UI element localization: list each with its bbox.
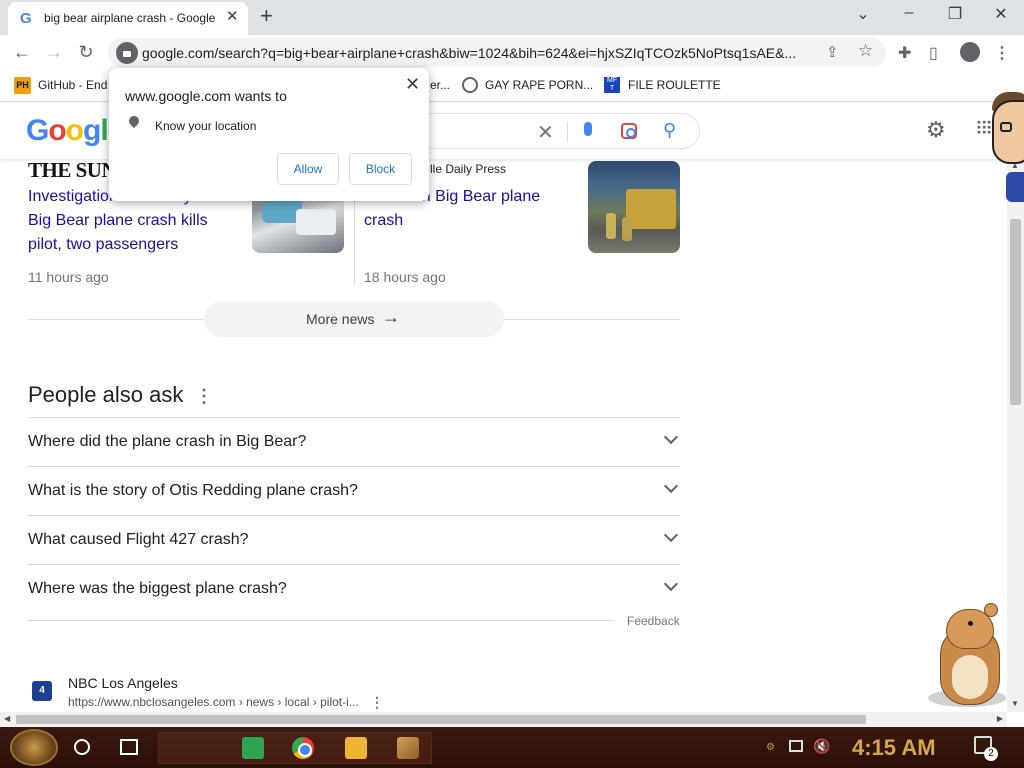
search-divider	[567, 122, 568, 142]
tab-search-icon[interactable]: ⌄	[848, 4, 878, 24]
news-source-logo: THE SUN	[28, 158, 117, 182]
arrow-right-icon: →	[382, 307, 400, 327]
paa-question[interactable]: Where did the plane crash in Big Bear?	[28, 417, 680, 466]
game-app-icon[interactable]	[397, 737, 419, 759]
tab-strip: G big bear airplane crash - Google ✕ + ⌄…	[0, 0, 1024, 35]
chevron-down-icon[interactable]	[663, 527, 679, 543]
address-bar[interactable]: google.com/search?q=big+bear+airplane+cr…	[108, 38, 886, 67]
notification-count-badge: 2	[984, 747, 998, 761]
allow-button[interactable]: Allow	[277, 153, 339, 185]
horizontal-scrollbar[interactable]: ◀ ▶	[0, 712, 1007, 727]
search-icon[interactable]: ⚲	[663, 120, 676, 141]
permission-description: Know your location	[155, 119, 257, 133]
paa-question-text: What caused Flight 427 crash?	[28, 531, 249, 548]
news-thumbnail-2[interactable]	[588, 161, 680, 253]
people-also-ask-title: People also ask	[28, 382, 184, 407]
bookmark-star-icon[interactable]: ☆	[858, 41, 873, 61]
chrome-menu-icon[interactable]: ⋮	[994, 43, 1010, 63]
tray-overflow-icon[interactable]: ⚙	[766, 742, 775, 753]
scroll-down-icon[interactable]: ▼	[1011, 699, 1019, 708]
site-info-lock-icon[interactable]	[116, 42, 138, 64]
permission-title: www.google.com wants to	[125, 88, 287, 104]
more-options-icon[interactable]: ⋮	[195, 386, 213, 407]
paa-question[interactable]: Where was the biggest plane crash?	[28, 564, 680, 613]
location-permission-dialog: www.google.com wants to ✕ Know your loca…	[109, 68, 429, 201]
globe-icon	[462, 77, 478, 93]
bookmark-hidden[interactable]: er...	[430, 78, 450, 92]
file-roulette-icon: MF T	[604, 77, 620, 93]
volume-muted-icon[interactable]: 🔇	[813, 738, 830, 755]
chevron-down-icon[interactable]	[663, 429, 679, 445]
news-time-1: 11 hours ago	[28, 269, 109, 285]
paa-question-text: What is the story of Otis Redding plane …	[28, 482, 358, 499]
search-box[interactable]: ✕ ⚲	[400, 113, 700, 149]
minimize-button[interactable]: –	[894, 4, 924, 22]
scroll-right-icon[interactable]: ▶	[997, 714, 1003, 723]
github-bookmark-icon: PH	[14, 77, 31, 94]
news-source-name: ...lle Daily Press	[420, 162, 507, 176]
forward-button[interactable]: →	[42, 42, 66, 63]
restore-button[interactable]: ❐	[940, 4, 970, 24]
chrome-icon[interactable]	[292, 737, 314, 759]
more-news-label: More news	[306, 311, 375, 327]
clock[interactable]: 4:15 AM	[852, 735, 936, 761]
settings-gear-icon[interactable]: ⚙	[926, 117, 946, 143]
horizontal-scroll-thumb[interactable]	[16, 715, 866, 724]
bookmark-globe[interactable]: GAY RAPE PORN...	[485, 78, 593, 92]
paa-question[interactable]: What caused Flight 427 crash?	[28, 515, 680, 564]
paa-question-text: Where was the biggest plane crash?	[28, 580, 287, 597]
result-url[interactable]: https://www.nbclosangeles.com › news › l…	[68, 695, 359, 709]
tab-close-icon[interactable]: ✕	[226, 7, 239, 25]
taskbar: ⚙ 🔇 4:15 AM 2	[0, 727, 1024, 768]
block-button[interactable]: Block	[349, 153, 412, 185]
network-icon[interactable]	[789, 740, 803, 752]
close-icon[interactable]: ✕	[405, 74, 420, 95]
new-tab-button[interactable]: +	[260, 3, 273, 29]
folder-icon[interactable]	[345, 737, 367, 759]
nbc-favicon-icon: 4	[32, 681, 52, 701]
share-icon[interactable]: ⇪	[826, 43, 839, 61]
location-pin-icon	[126, 113, 142, 129]
more-news-button[interactable]: More news →	[204, 301, 504, 337]
side-panel-icon[interactable]: ▯	[929, 43, 938, 63]
url-text[interactable]: google.com/search?q=big+bear+airplane+cr…	[142, 45, 822, 61]
scroll-left-icon[interactable]: ◀	[4, 714, 10, 723]
chevron-down-icon[interactable]	[663, 576, 679, 592]
extensions-icon[interactable]: ✚	[898, 43, 911, 63]
result-menu-icon[interactable]: ⋮	[370, 694, 384, 711]
browser-toolbar: ← → ↻ google.com/search?q=big+bear+airpl…	[0, 35, 1024, 70]
profile-avatar[interactable]	[960, 42, 980, 62]
cartoon-character-image	[986, 92, 1024, 202]
notes-app-icon[interactable]	[242, 737, 264, 759]
google-favicon-icon: G	[20, 10, 32, 27]
vertical-scroll-thumb[interactable]	[1010, 219, 1021, 405]
microphone-icon[interactable]	[584, 122, 592, 136]
back-button[interactable]: ←	[10, 42, 34, 63]
browser-tab[interactable]: G big bear airplane crash - Google ✕	[8, 2, 248, 35]
search-circle-icon[interactable]	[74, 739, 90, 755]
paa-question[interactable]: What is the story of Otis Redding plane …	[28, 466, 680, 515]
chevron-down-icon[interactable]	[663, 478, 679, 494]
start-button[interactable]	[10, 729, 58, 766]
vertical-scrollbar[interactable]: ▲ ▼	[1007, 159, 1024, 712]
result-site-name[interactable]: NBC Los Angeles	[68, 675, 178, 691]
feedback-link[interactable]: Feedback	[627, 614, 680, 628]
bookmark-file-roulette[interactable]: FILE ROULETTE	[628, 78, 721, 92]
reload-button[interactable]: ↻	[74, 42, 98, 63]
news-time-2: 18 hours ago	[364, 269, 446, 285]
google-lens-icon[interactable]	[621, 123, 637, 139]
tab-title: big bear airplane crash - Google	[44, 11, 216, 25]
hamster-image[interactable]	[922, 603, 1008, 709]
paa-bottom-rule	[28, 620, 614, 621]
clear-search-icon[interactable]: ✕	[537, 120, 554, 145]
close-window-button[interactable]: ✕	[986, 4, 1016, 24]
bookmark-github[interactable]: GitHub - End	[38, 78, 107, 92]
paa-question-text: Where did the plane crash in Big Bear?	[28, 433, 307, 450]
task-view-icon[interactable]	[120, 739, 138, 755]
